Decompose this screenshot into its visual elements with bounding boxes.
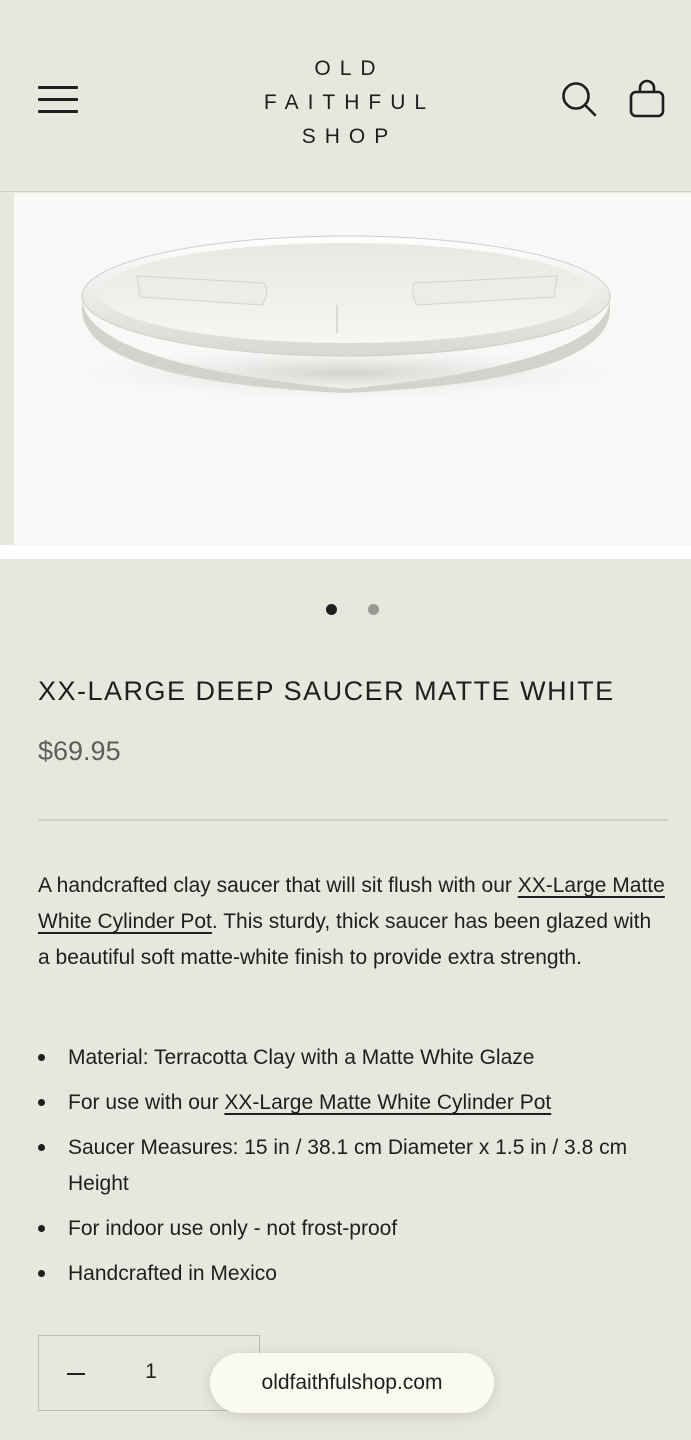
- gallery-pagination: [0, 604, 691, 616]
- product-description: A handcrafted clay saucer that will sit …: [38, 868, 666, 976]
- feature-item: Material: Terracotta Clay with a Matte W…: [38, 1040, 668, 1076]
- feature-list: Material: Terracotta Clay with a Matte W…: [38, 1040, 668, 1301]
- shopping-bag-icon[interactable]: [628, 78, 666, 120]
- feature-text: For use with our: [68, 1091, 225, 1114]
- feature-item: For use with our XX-Large Matte White Cy…: [38, 1085, 668, 1121]
- cylinder-pot-link[interactable]: XX-Large Matte White Cylinder Pot: [224, 1091, 551, 1114]
- gallery-dot-1[interactable]: [326, 604, 337, 615]
- saucer-image: [46, 235, 646, 403]
- search-icon[interactable]: [560, 80, 598, 118]
- site-header: OLD FAITHFUL SHOP: [0, 0, 691, 192]
- feature-item: Saucer Measures: 15 in / 38.1 cm Diamete…: [38, 1130, 668, 1202]
- product-price: $69.95: [38, 736, 121, 766]
- minus-icon[interactable]: [67, 1373, 85, 1375]
- logo-line-2: FAITHFUL: [263, 91, 436, 114]
- site-logo[interactable]: OLD FAITHFUL SHOP: [245, 52, 445, 154]
- feature-item: For indoor use only - not frost-proof: [38, 1211, 668, 1247]
- image-strip: [0, 545, 691, 559]
- feature-item: Handcrafted in Mexico: [38, 1256, 668, 1292]
- logo-line-3: SHOP: [301, 125, 398, 148]
- product-title: XX-LARGE DEEP SAUCER MATTE WHITE: [38, 676, 615, 706]
- logo-line-1: OLD: [314, 57, 385, 80]
- browser-url-pill[interactable]: oldfaithfulshop.com: [210, 1353, 494, 1413]
- divider: [38, 819, 668, 821]
- gallery-dot-2[interactable]: [368, 604, 379, 615]
- hamburger-menu-icon[interactable]: [38, 84, 78, 114]
- description-text-1: A handcrafted clay saucer that will sit …: [38, 874, 518, 897]
- product-image[interactable]: [14, 193, 691, 545]
- quantity-value[interactable]: 1: [139, 1360, 163, 1384]
